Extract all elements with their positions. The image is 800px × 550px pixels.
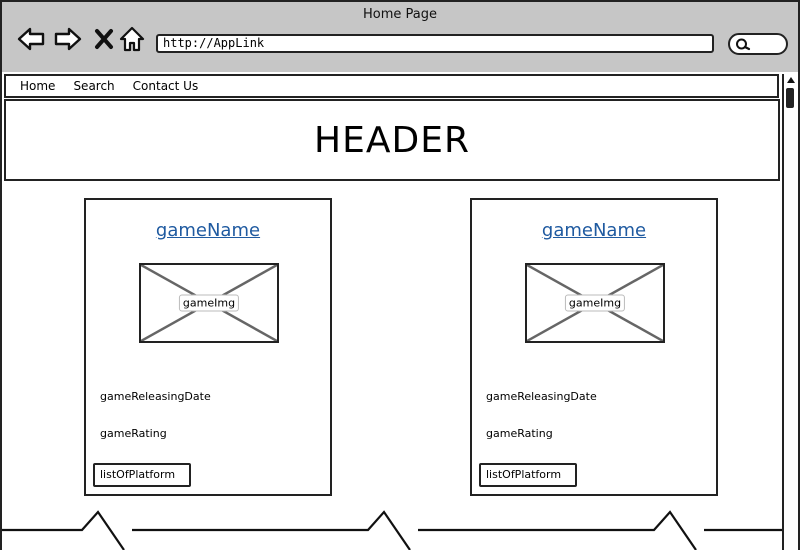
scrollbar-thumb[interactable] [786, 88, 794, 108]
page-header: HEADER [4, 99, 780, 181]
browser-search-field[interactable] [728, 33, 788, 55]
home-button[interactable] [117, 24, 147, 54]
game-image: gameImg [139, 263, 279, 343]
top-menu-bar: Home Search Contact Us [4, 74, 779, 98]
game-release-date: gameReleasingDate [486, 390, 597, 403]
back-button[interactable] [16, 24, 46, 54]
game-name-link[interactable]: gameName [86, 220, 330, 241]
arrow-right-icon [54, 27, 82, 51]
window-title: Home Page [363, 7, 437, 22]
menu-item-home[interactable]: Home [20, 79, 55, 93]
game-image: gameImg [525, 263, 665, 343]
home-icon [119, 26, 145, 52]
game-card: gameName gameImg gameReleasingDate gameR… [84, 198, 332, 496]
address-bar[interactable]: http://AppLink [156, 34, 714, 53]
arrow-left-icon [17, 27, 45, 51]
vertical-scrollbar[interactable] [782, 74, 796, 550]
torn-page-edge [2, 510, 784, 550]
close-icon [95, 29, 113, 49]
game-name-link[interactable]: gameName [472, 220, 716, 241]
stop-button[interactable] [89, 24, 119, 54]
menu-item-contact-us[interactable]: Contact Us [133, 79, 199, 93]
game-card: gameName gameImg gameReleasingDate gameR… [470, 198, 718, 496]
forward-button[interactable] [53, 24, 83, 54]
platform-list-button[interactable]: listOfPlatform [93, 463, 191, 487]
game-image-label: gameImg [178, 294, 240, 312]
browser-chrome: Home Page http://AppLink [0, 0, 800, 72]
page-viewport: Home Search Contact Us HEADER gameName g… [0, 72, 800, 550]
game-image-label: gameImg [564, 294, 626, 312]
platform-list-button[interactable]: listOfPlatform [479, 463, 577, 487]
game-rating: gameRating [486, 427, 553, 440]
search-icon [736, 38, 751, 51]
game-rating: gameRating [100, 427, 167, 440]
scroll-up-arrow-icon[interactable] [785, 74, 797, 86]
game-release-date: gameReleasingDate [100, 390, 211, 403]
menu-item-search[interactable]: Search [73, 79, 114, 93]
